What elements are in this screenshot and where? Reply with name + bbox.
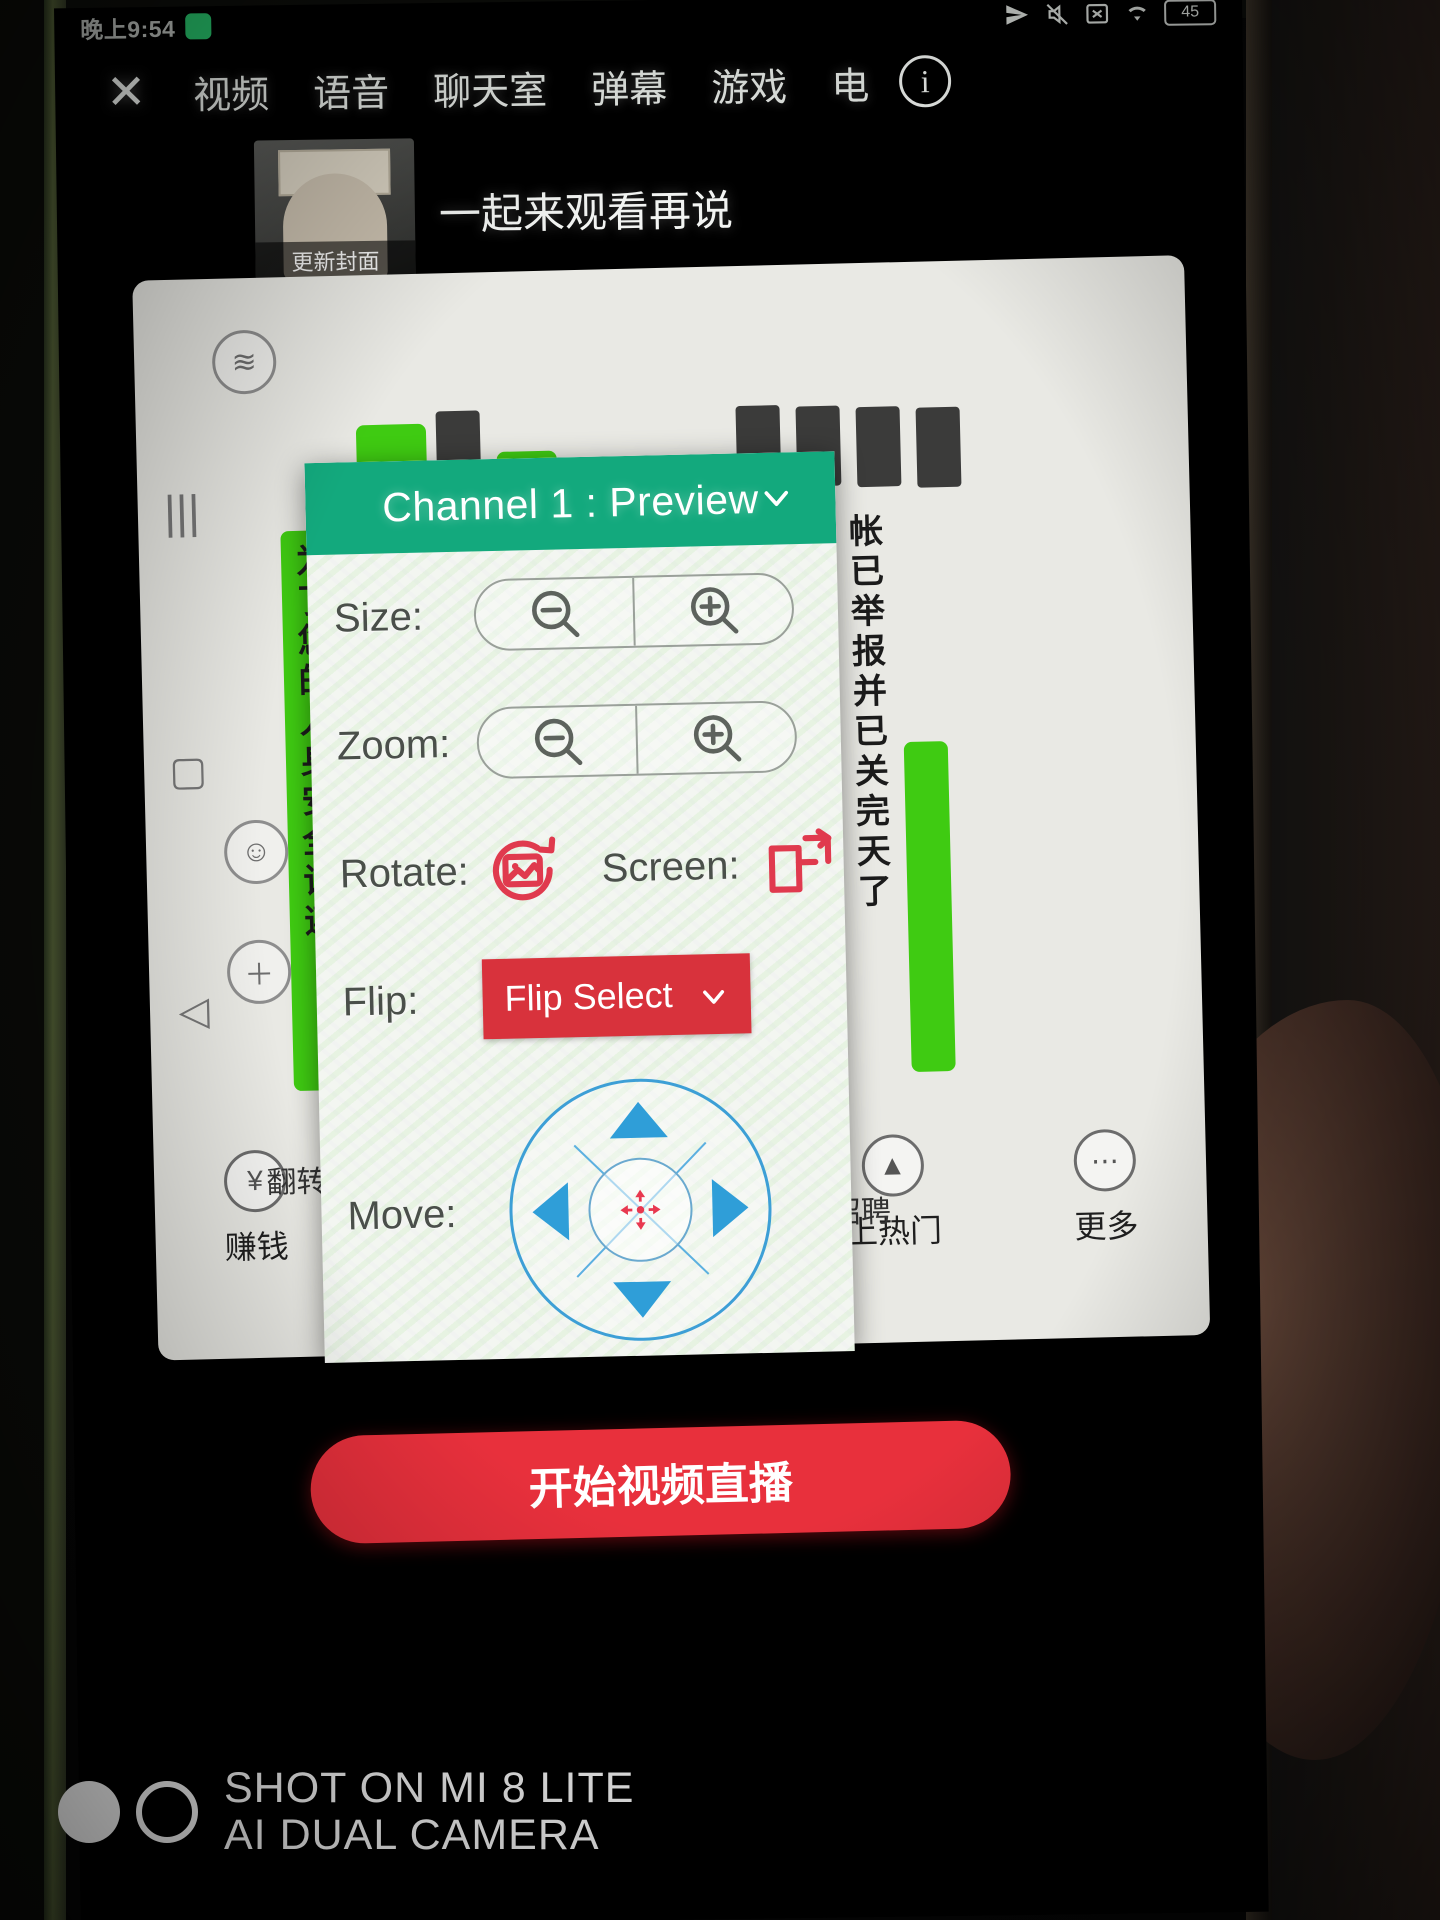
start-video-live-button[interactable]: 开始视频直播 [309,1419,1012,1545]
tab-more[interactable]: 电 [809,54,892,110]
watermark-text: SHOT ON MI 8 LITE AI DUAL CAMERA [224,1765,634,1858]
wifi-icon [1124,0,1150,26]
menu-icon[interactable]: ||| [149,479,215,545]
chevron-down-icon[interactable] [759,481,794,516]
bottom-item-label: 赚钱 [224,1228,290,1266]
tab-danmaku[interactable]: 弹幕 [569,57,690,114]
move-dpad [506,1075,775,1344]
channel-preview-dialog: Channel 1 : Preview Size: Zoom: Rotate: … [304,451,855,1363]
phone-screen: 晚上9:54 45 ✕ 视频 语音 聊天室 弹幕 游戏 电 i 更新封面 一起来… [54,0,1269,1920]
tab-video[interactable]: 视频 [171,63,292,120]
screen-rotate-icon[interactable] [757,820,845,908]
more-icon: ⋯ [1073,1128,1137,1193]
add-icon[interactable]: ＋ [226,939,292,1005]
move-label: Move: [347,1191,457,1238]
flip-label: Flip: [342,978,419,1024]
zoom-row: Zoom: [309,671,842,811]
underlay-vertical-text: 帐已举报并已关完天了 [843,512,891,914]
watermark-line-2: AI DUAL CAMERA [224,1810,600,1859]
tab-voice[interactable]: 语音 [291,61,412,118]
text-block [855,406,902,488]
battery-icon: 45 [1164,0,1217,26]
dialog-header[interactable]: Channel 1 : Preview [304,451,837,556]
flip-select-button[interactable]: Flip Select [481,953,752,1040]
size-row: Size: [307,543,840,683]
cover-thumbnail[interactable]: 更新封面 [253,138,416,281]
arrow-right-icon[interactable] [711,1178,750,1238]
rotate-image-icon[interactable] [479,826,567,914]
move-row: Move: [318,1055,855,1363]
bottom-item-label: 更多 [1073,1207,1139,1246]
flip-camera-label[interactable]: 翻转 [266,1156,327,1201]
status-app-badge-icon [185,13,212,40]
zoom-label: Zoom: [336,721,451,769]
flip-row: Flip: Flip Select [315,927,848,1067]
size-increase-button[interactable] [632,574,793,646]
highlight-bar-right [903,741,956,1073]
share-icon[interactable]: ≋ [211,329,277,395]
zoom-increase-button[interactable] [635,702,796,774]
stream-title[interactable]: 一起来观看再说 [438,177,734,242]
arrow-up-icon[interactable] [609,1101,668,1139]
dual-camera-icon [58,1780,198,1843]
arrow-down-icon[interactable] [613,1281,672,1319]
status-right-icons: 45 [1004,0,1217,28]
close-icon[interactable]: ✕ [81,64,172,121]
text-block [915,406,962,488]
lens-outline-icon [136,1780,198,1843]
bottom-item-more[interactable]: ⋯ 更多 [1029,1128,1182,1250]
size-stepper [473,572,795,652]
zoom-out-icon [525,584,584,643]
watermark-line-1: SHOT ON MI 8 LITE [224,1764,635,1813]
no-signal-icon [1084,1,1110,27]
zoom-stepper [476,700,798,780]
tab-chatroom[interactable]: 聊天室 [411,59,570,116]
sticker-icon[interactable]: ☺ [223,819,289,885]
stop-icon[interactable]: ▢ [155,739,221,805]
zoom-in-icon [687,708,746,767]
rotate-screen-row: Rotate: Screen: [312,799,845,939]
dialog-title: Channel 1 : Preview [381,475,760,530]
center-collapse-icon[interactable] [587,1156,694,1263]
top-nav-bar: ✕ 视频 语音 聊天室 弹幕 游戏 电 i [55,34,1244,137]
size-decrease-button[interactable] [475,578,634,650]
info-icon[interactable]: i [898,54,952,108]
location-icon [1004,2,1030,28]
chevron-down-icon [698,979,729,1010]
photo-of-phone-screen: 晚上9:54 45 ✕ 视频 语音 聊天室 弹幕 游戏 电 i 更新封面 一起来… [0,0,1440,1920]
lens-filled-icon [58,1780,120,1843]
zoom-out-icon [528,712,587,771]
start-video-live-label: 开始视频直播 [528,1458,794,1515]
size-label: Size: [333,594,424,641]
mute-icon [1044,1,1070,27]
dialog-body: Size: Zoom: Rotate: Screen: Flip: Flip S… [307,543,855,1363]
triangle-icon[interactable]: ◁ [161,979,227,1045]
flip-select-label: Flip Select [504,974,674,1019]
status-time: 晚上9:54 [80,15,176,43]
arrow-left-icon[interactable] [531,1182,570,1242]
zoom-decrease-button[interactable] [478,706,637,778]
rotate-label: Rotate: [339,849,470,897]
tab-game[interactable]: 游戏 [689,55,810,112]
zoom-in-icon [684,580,743,639]
camera-watermark: SHOT ON MI 8 LITE AI DUAL CAMERA [58,1765,634,1858]
screen-label: Screen: [601,842,741,891]
